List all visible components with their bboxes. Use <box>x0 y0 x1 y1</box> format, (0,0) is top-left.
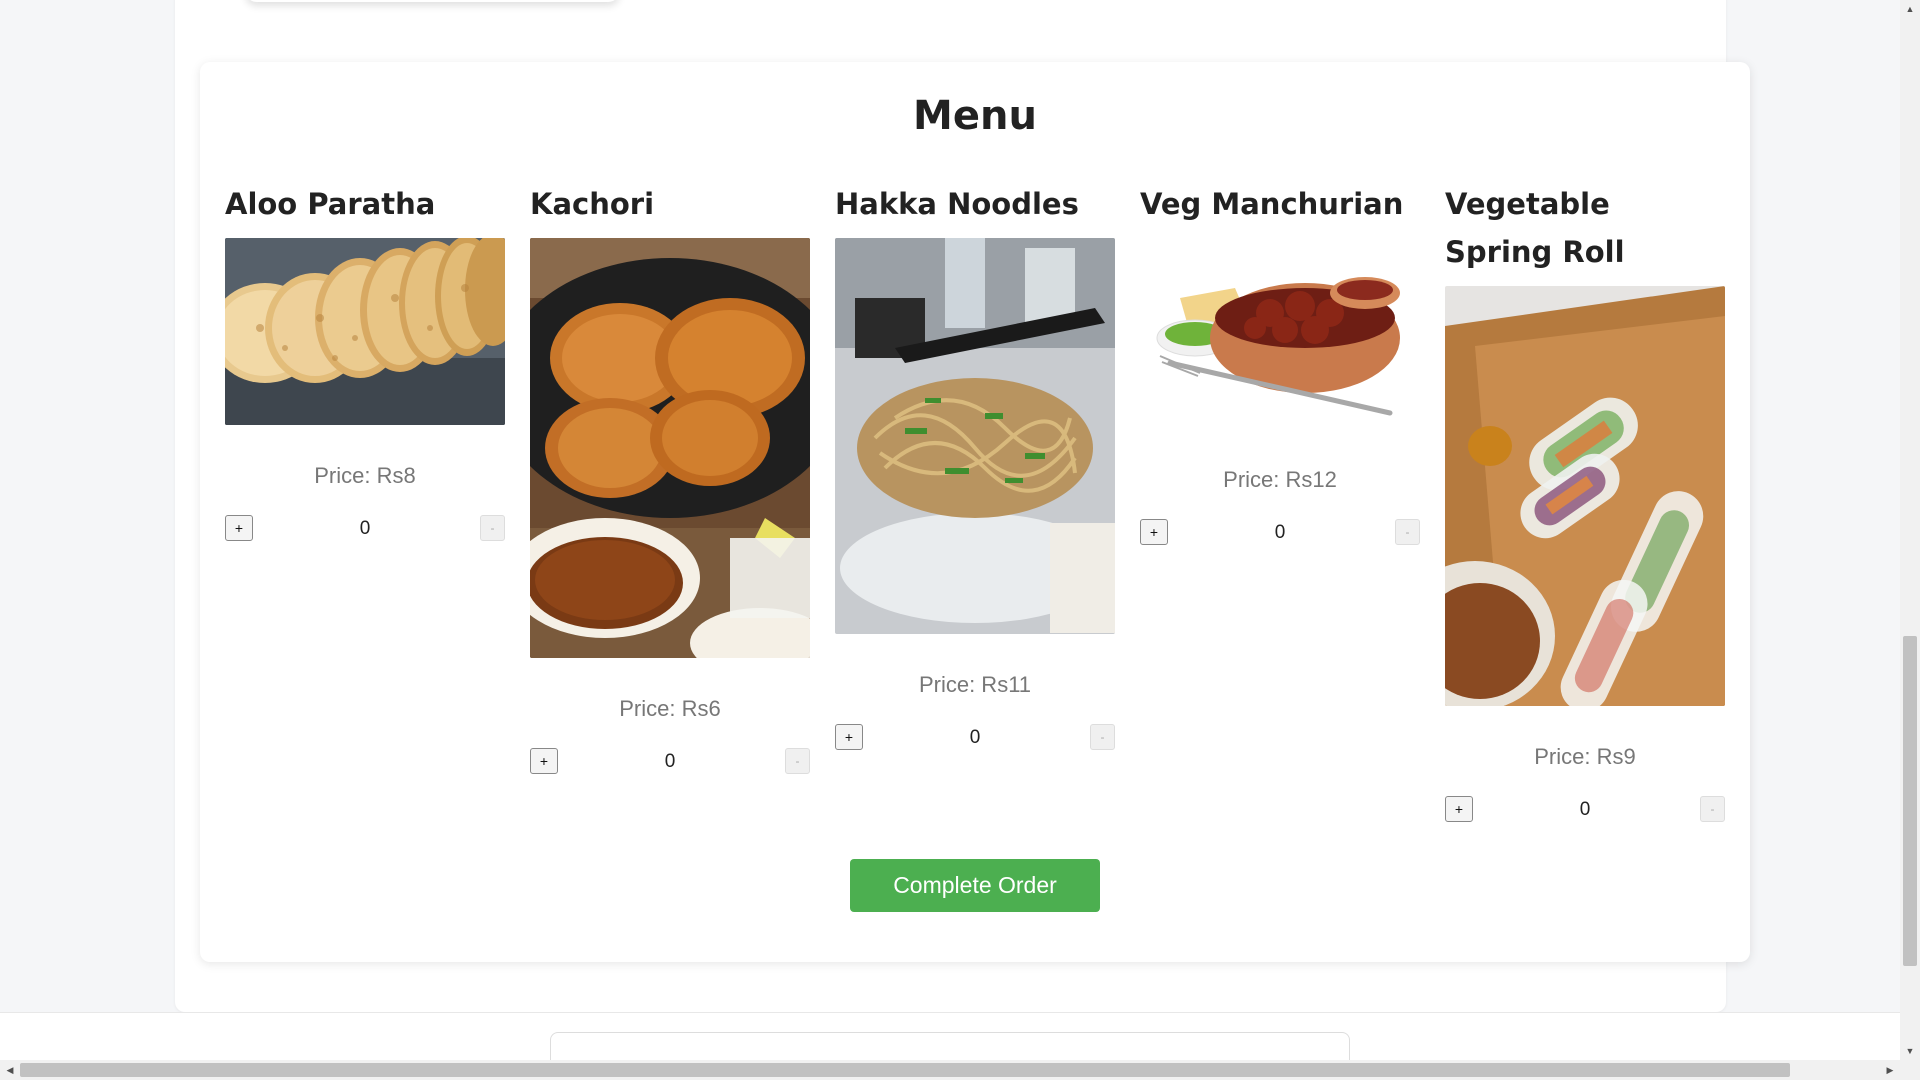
item-price: Price: Rs8 <box>314 463 416 488</box>
item-price: Price: Rs6 <box>619 696 721 721</box>
decrease-button[interactable]: - <box>1090 724 1115 750</box>
item-name: Veg Manchurian <box>1140 187 1404 221</box>
aloo-paratha-image <box>225 238 505 425</box>
quantity-stepper: + 0 - <box>1445 796 1725 824</box>
quantity-stepper: + 0 - <box>1140 519 1420 547</box>
menu-item-kachori: Kachori Price: Rs6 + 0 - <box>530 180 810 776</box>
menu-item-veg-manchurian: Veg Manchurian Price: Rs12 + 0 - <box>1140 180 1420 547</box>
scroll-right-icon[interactable]: ▶ <box>1880 1060 1900 1080</box>
quantity-stepper: + 0 - <box>225 515 505 543</box>
veg-manchurian-image <box>1140 238 1420 429</box>
item-price: Price: Rs12 <box>1223 467 1337 492</box>
menu-item-vegetable-spring-roll: Vegetable Spring Roll Price: Rs9 + 0 - <box>1445 180 1725 824</box>
menu-items: Aloo Paratha Price: Rs8 + 0 - Kachori Pr… <box>225 180 1725 840</box>
scroll-down-icon[interactable]: ▼ <box>1900 1042 1920 1060</box>
quantity-stepper: + 0 - <box>835 724 1115 752</box>
scroll-up-icon[interactable]: ▲ <box>1900 0 1920 18</box>
decrease-button[interactable]: - <box>1700 796 1725 822</box>
quantity-value: 0 <box>664 751 676 772</box>
scroll-left-icon[interactable]: ◀ <box>0 1060 20 1080</box>
spring-roll-image <box>1445 286 1725 706</box>
decrease-button[interactable]: - <box>480 515 505 541</box>
item-name: Vegetable Spring Roll <box>1445 187 1625 269</box>
hakka-noodles-image <box>835 238 1115 634</box>
complete-order-button[interactable]: Complete Order <box>850 859 1100 912</box>
quantity-value: 0 <box>969 727 981 748</box>
quantity-stepper: + 0 - <box>530 748 810 776</box>
item-name: Aloo Paratha <box>225 187 436 221</box>
item-price: Price: Rs9 <box>1534 744 1636 769</box>
quantity-value: 0 <box>359 518 371 539</box>
item-name: Hakka Noodles <box>835 187 1079 221</box>
menu-item-aloo-paratha: Aloo Paratha Price: Rs8 + 0 - <box>225 180 505 543</box>
previous-card-edge <box>245 0 620 2</box>
item-price: Price: Rs11 <box>918 672 1032 697</box>
horizontal-scroll-thumb[interactable] <box>20 1063 1790 1077</box>
horizontal-scrollbar[interactable]: ◀ ▶ <box>0 1060 1920 1080</box>
item-name: Kachori <box>530 187 655 221</box>
quantity-value: 0 <box>1274 522 1286 543</box>
vertical-scrollbar[interactable]: ▲ ▼ <box>1900 0 1920 1060</box>
decrease-button[interactable]: - <box>1395 519 1420 545</box>
quantity-value: 0 <box>1579 799 1591 820</box>
decrease-button[interactable]: - <box>785 748 810 774</box>
kachori-image <box>530 238 810 658</box>
vertical-scroll-thumb[interactable] <box>1903 636 1917 966</box>
menu-title: Menu <box>913 93 1037 139</box>
menu-item-hakka-noodles: Hakka Noodles Price: Rs11 + 0 - <box>835 180 1115 752</box>
